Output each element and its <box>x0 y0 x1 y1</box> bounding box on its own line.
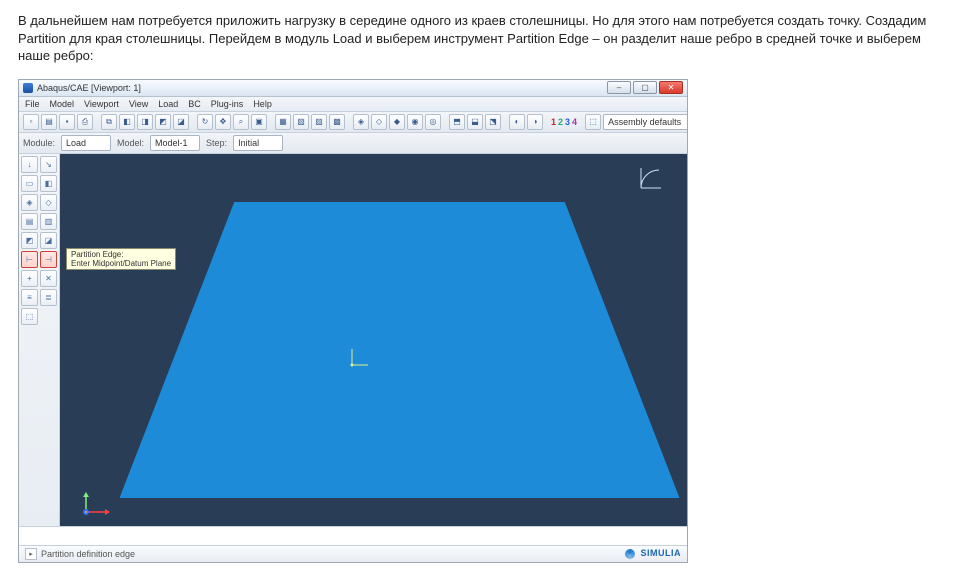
toolbox-btn[interactable]: + <box>21 270 38 287</box>
window-title: Abaqus/CAE [Viewport: 1] <box>37 83 141 93</box>
tool-icon[interactable]: ⬓ <box>467 114 483 130</box>
tool-icon[interactable]: ◈ <box>353 114 369 130</box>
tool-icon[interactable]: ◆ <box>389 114 405 130</box>
toolbox-btn[interactable]: ▥ <box>40 213 57 230</box>
menu-help[interactable]: Help <box>253 99 272 109</box>
tool-icon[interactable]: ⬒ <box>449 114 465 130</box>
menu-viewport[interactable]: Viewport <box>84 99 119 109</box>
pan-icon[interactable]: ✥ <box>215 114 231 130</box>
menu-view[interactable]: View <box>129 99 148 109</box>
module-field[interactable]: Load <box>61 135 111 151</box>
viewport[interactable]: Partition Edge: Enter Midpoint/Datum Pla… <box>60 154 687 526</box>
global-triad-icon <box>80 490 114 518</box>
menu-load[interactable]: Load <box>158 99 178 109</box>
maximize-button[interactable]: ▢ <box>633 81 657 94</box>
toolbox-btn[interactable]: ↘ <box>40 156 57 173</box>
rotate-icon[interactable]: ↻ <box>197 114 213 130</box>
view-3[interactable]: 3 <box>565 116 570 128</box>
new-icon[interactable]: ▫ <box>23 114 39 130</box>
fit-icon[interactable]: ▣ <box>251 114 267 130</box>
save-icon[interactable]: ▪ <box>59 114 75 130</box>
view-icon[interactable]: ▩ <box>329 114 345 130</box>
status-icon: ▸ <box>25 548 37 560</box>
tool-icon[interactable]: ◩ <box>155 114 171 130</box>
step-label: Step: <box>206 138 227 148</box>
view-icon[interactable]: ▧ <box>293 114 309 130</box>
menu-file[interactable]: File <box>25 99 40 109</box>
titlebar: Abaqus/CAE [Viewport: 1] – ▢ ✕ <box>19 80 687 97</box>
main-toolbar: ▫ ▤ ▪ ⎙ ⧉ ◧ ◨ ◩ ◪ ↻ ✥ ⌕ ▣ ▦ ▧ ▨ ▩ ◈ ◇ ◆ … <box>19 112 687 133</box>
datum-csys-icon <box>348 347 370 369</box>
open-icon[interactable]: ▤ <box>41 114 57 130</box>
work-area: ↓↘ ▭◧ ◈◇ ▤▥ ◩◪ ⊢⊣ +✕ ≡≣ ⬚ Partition Edge… <box>19 154 687 526</box>
view-2[interactable]: 2 <box>558 116 563 128</box>
model-geometry[interactable] <box>120 202 679 498</box>
module-label: Module: <box>23 138 55 148</box>
view-4[interactable]: 4 <box>572 116 577 128</box>
view-icon[interactable]: ▦ <box>275 114 291 130</box>
statusbar: ▸ Partition definition edge SIMULIA <box>19 545 687 562</box>
toolbox-btn[interactable]: ⬚ <box>21 308 38 325</box>
menu-plugins[interactable]: Plug-ins <box>211 99 244 109</box>
status-text: Partition definition edge <box>41 549 135 559</box>
message-area <box>19 526 687 545</box>
toolbox-btn[interactable]: ✕ <box>40 270 57 287</box>
toolbox-btn[interactable]: ≡ <box>21 289 38 306</box>
brand-logo-icon <box>625 549 635 559</box>
tool-icon[interactable]: ⬚ <box>585 114 601 130</box>
tool-icon[interactable]: ◎ <box>425 114 441 130</box>
tool-icon[interactable]: ⬔ <box>485 114 501 130</box>
orientation-triad-icon <box>635 164 665 194</box>
view-icon[interactable]: ▨ <box>311 114 327 130</box>
assembly-defaults-field[interactable]: Assembly defaults <box>603 114 687 130</box>
toolbox-btn[interactable]: ◈ <box>21 194 38 211</box>
menu-model[interactable]: Model <box>50 99 75 109</box>
tool-icon[interactable]: ◑ <box>527 114 543 130</box>
tool-icon[interactable]: ◉ <box>407 114 423 130</box>
menu-bc[interactable]: BC <box>188 99 201 109</box>
tool-icon[interactable]: ◐ <box>509 114 525 130</box>
toolbox-btn[interactable]: ◇ <box>40 194 57 211</box>
model-label: Model: <box>117 138 144 148</box>
instruction-text: В дальнейшем нам потребуется приложить н… <box>18 12 942 65</box>
app-icon <box>23 83 33 93</box>
partition-edge-midpoint-button[interactable]: ⊣ <box>40 251 57 268</box>
abaqus-window: Abaqus/CAE [Viewport: 1] – ▢ ✕ File Mode… <box>18 79 688 563</box>
toolbox-btn[interactable]: ◪ <box>40 232 57 249</box>
close-button[interactable]: ✕ <box>659 81 683 94</box>
view-1[interactable]: 1 <box>551 116 556 128</box>
step-field[interactable]: Initial <box>233 135 283 151</box>
brand: SIMULIA <box>625 548 681 559</box>
toolbox-btn[interactable]: ▭ <box>21 175 38 192</box>
toolbox-btn[interactable]: ≣ <box>40 289 57 306</box>
toolbox-btn[interactable]: ◧ <box>40 175 57 192</box>
tool-icon[interactable]: ◨ <box>137 114 153 130</box>
zoom-icon[interactable]: ⌕ <box>233 114 249 130</box>
tool-icon[interactable]: ◪ <box>173 114 189 130</box>
module-toolbox: ↓↘ ▭◧ ◈◇ ▤▥ ◩◪ ⊢⊣ +✕ ≡≣ ⬚ <box>19 154 60 526</box>
minimize-button[interactable]: – <box>607 81 631 94</box>
partition-edge-button[interactable]: ⊢ <box>21 251 38 268</box>
model-field[interactable]: Model-1 <box>150 135 200 151</box>
toolbox-btn[interactable]: ▤ <box>21 213 38 230</box>
tool-icon[interactable]: ◧ <box>119 114 135 130</box>
toolbox-btn[interactable]: ◩ <box>21 232 38 249</box>
tool-icon[interactable]: ⧉ <box>101 114 117 130</box>
tool-icon[interactable]: ◇ <box>371 114 387 130</box>
toolbox-btn[interactable]: ↓ <box>21 156 38 173</box>
print-icon[interactable]: ⎙ <box>77 114 93 130</box>
menubar: File Model Viewport View Load BC Plug-in… <box>19 97 687 112</box>
context-bar: Module: Load Model: Model-1 Step: Initia… <box>19 133 687 154</box>
